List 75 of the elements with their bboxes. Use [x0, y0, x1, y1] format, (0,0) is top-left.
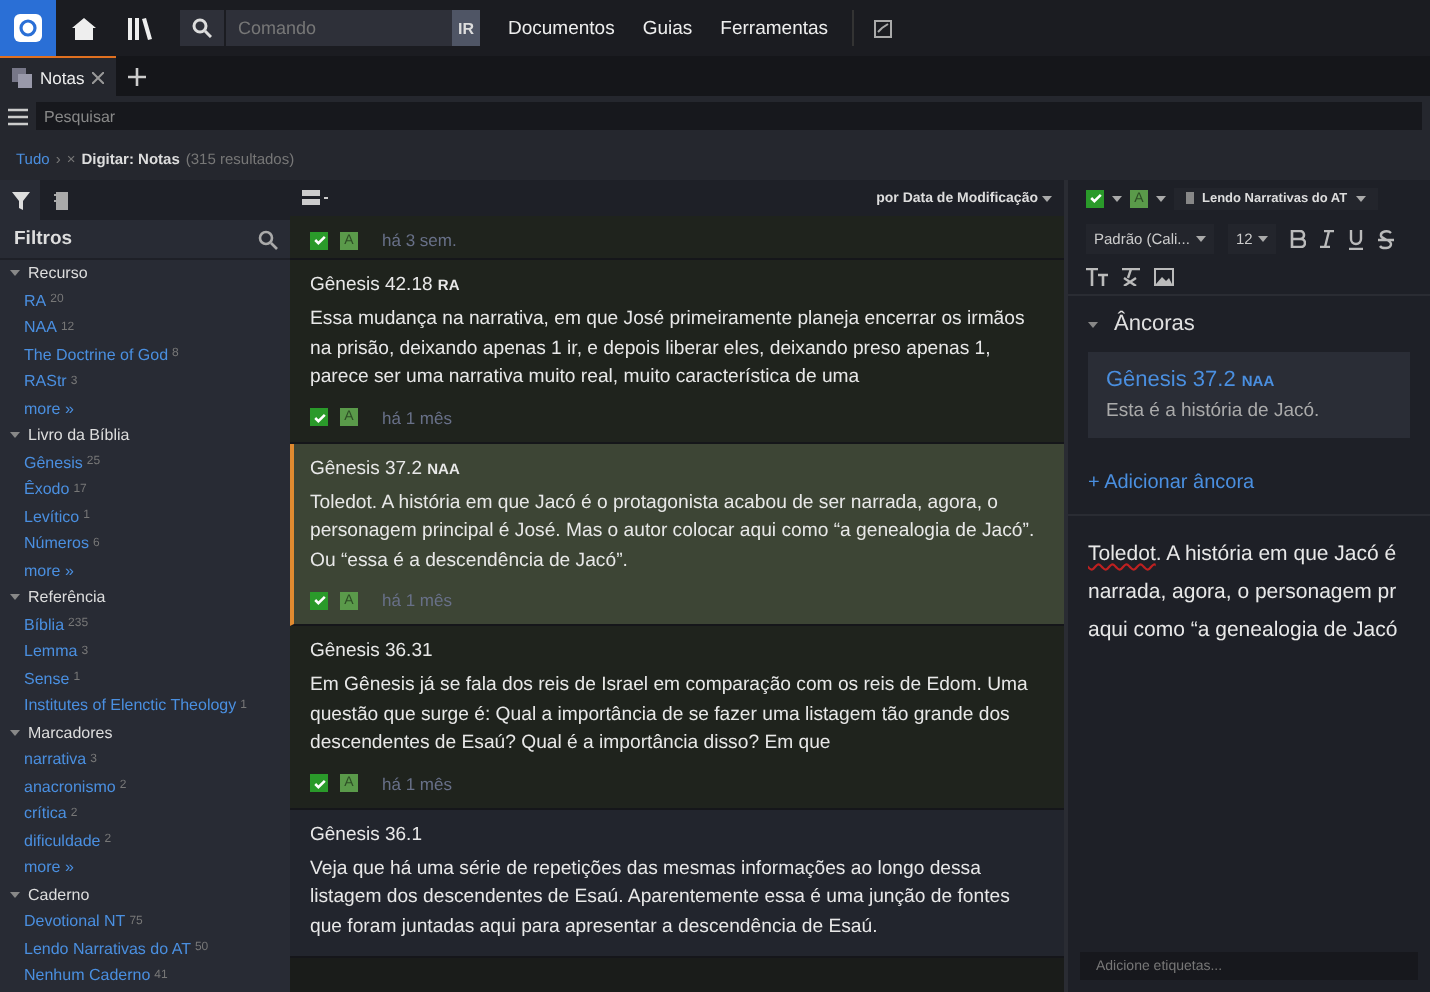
checkbox[interactable]: [310, 774, 328, 792]
dropdown-caret-icon[interactable]: [1042, 195, 1052, 201]
checkbox[interactable]: [310, 408, 328, 426]
note-card[interactable]: [290, 260, 1064, 443]
bold-icon[interactable]: [1290, 230, 1307, 248]
text-size-icon[interactable]: [1086, 268, 1108, 286]
go-button[interactable]: IR: [452, 10, 480, 46]
app-logo-icon[interactable]: [0, 0, 56, 56]
document-tab[interactable]: Notas: [0, 56, 117, 96]
anchor-text: Esta é a história de Jacó.: [1106, 400, 1322, 422]
view-toggle-icon[interactable]: [302, 190, 328, 206]
filter-icon[interactable]: [11, 191, 29, 209]
expand-caret-icon[interactable]: [10, 592, 20, 603]
command-bar[interactable]: Comando IR: [180, 10, 480, 46]
strikethrough-icon[interactable]: [1378, 229, 1395, 249]
search-field[interactable]: Pesquisar: [36, 102, 1422, 130]
note-text: Em Gênesis já se fala dos reis de Israel em comparação com os reis de Edom. Uma questão que surge é: Qual a importância de se fazer uma listagem tão grande dos descendentes de Esaú? Qual é a importância disso? Em que: [310, 672, 1030, 758]
editor-text-line: Toledot. A história em que Jacó é: [1088, 540, 1397, 570]
note-card[interactable]: [290, 809, 1064, 958]
checkbox[interactable]: [1086, 189, 1104, 207]
note-text: Veja que há uma série de repetições das mesmas informações ao longo dessa listagem dos descendentes de Esaú. Aparentemente essa é uma junção de fontes que foram juntadas aqui para apresentar a descendência de Esaú.: [310, 855, 1012, 941]
filter-tab[interactable]: [0, 180, 40, 220]
filter-group[interactable]: Marcadores: [28, 723, 113, 742]
editor-text-line: aqui como “a genealogia de Jacó: [1088, 616, 1398, 646]
home-icon[interactable]: [72, 17, 96, 39]
dropdown-caret-icon[interactable]: [1355, 195, 1366, 201]
notebook-icon[interactable]: [53, 191, 67, 209]
note-text: Toledot. A história em que Jacó é o protagonista acabou de ser narrada, agora, o personagem principal é José. Mas o autor colocar aqui como “a genealogia de Jacó”. Ou “essa é a descendência de Jacó”.: [310, 489, 1037, 575]
expand-caret-icon[interactable]: [10, 430, 20, 441]
nav-link[interactable]: Documentos: [508, 17, 615, 39]
nav-link[interactable]: Ferramentas: [720, 17, 829, 39]
expand-caret-icon[interactable]: [1088, 319, 1098, 329]
filters-title: Filtros: [14, 228, 73, 250]
note-text: Essa mudança na narrativa, em que José primeiramente planeja encerrar os irmãos na prisão, deixando apenas 1 ir, e depois liberar eles, deixando preso apenas 1, parece ser uma narrativa muito real, muito característica de uma: [310, 306, 1027, 392]
note-card[interactable]: [290, 626, 1064, 809]
filter-group[interactable]: Livro da Bíblia: [28, 426, 130, 445]
notebook-icon: [1186, 192, 1194, 204]
plus-icon[interactable]: [128, 67, 147, 85]
filter-group[interactable]: Caderno: [28, 885, 90, 904]
dropdown-caret-icon[interactable]: [1195, 236, 1206, 242]
expand-caret-icon[interactable]: [10, 727, 20, 738]
clear-format-icon[interactable]: [1122, 268, 1140, 286]
notepad-icon[interactable]: [873, 19, 892, 37]
note-card[interactable]: [290, 443, 1064, 626]
more-link[interactable]: more »: [0, 854, 290, 881]
editor-text-line: narrada, agora, o personagem pr: [1088, 578, 1397, 608]
image-icon[interactable]: [1154, 268, 1174, 286]
search-icon: [192, 18, 212, 38]
filter-group[interactable]: Referência: [28, 588, 106, 607]
more-link[interactable]: more »: [0, 557, 290, 584]
expand-caret-icon[interactable]: [10, 889, 20, 900]
checkbox[interactable]: [310, 591, 328, 609]
filter-group[interactable]: Recurso: [28, 264, 88, 283]
add-anchor-link[interactable]: + Adicionar âncora: [1088, 472, 1255, 494]
library-icon[interactable]: [128, 17, 152, 39]
notes-icon: [12, 67, 32, 87]
search-icon[interactable]: [258, 229, 278, 249]
nav-link[interactable]: Guias: [642, 17, 693, 39]
anchors-title: Âncoras: [1114, 312, 1195, 336]
menu-icon[interactable]: [8, 107, 28, 125]
note-reference: Gênesis 36.1: [310, 823, 424, 845]
note-time: há 1 mês: [382, 407, 452, 427]
dropdown-caret-icon[interactable]: [1112, 195, 1122, 201]
expand-caret-icon[interactable]: [10, 268, 20, 279]
note-time: há 1 mês: [382, 773, 452, 793]
note-time: há 3 sem.: [382, 230, 457, 250]
underline-icon[interactable]: [1348, 229, 1365, 249]
more-link[interactable]: more »: [0, 395, 290, 422]
checkbox[interactable]: [310, 231, 328, 249]
dropdown-caret-icon[interactable]: [1258, 236, 1269, 242]
note-reference: Gênesis 36.31: [310, 640, 435, 662]
dropdown-caret-icon[interactable]: [1156, 195, 1166, 201]
note-time: há 1 mês: [382, 590, 452, 610]
italic-icon[interactable]: [1320, 230, 1335, 248]
close-icon[interactable]: [92, 71, 105, 83]
